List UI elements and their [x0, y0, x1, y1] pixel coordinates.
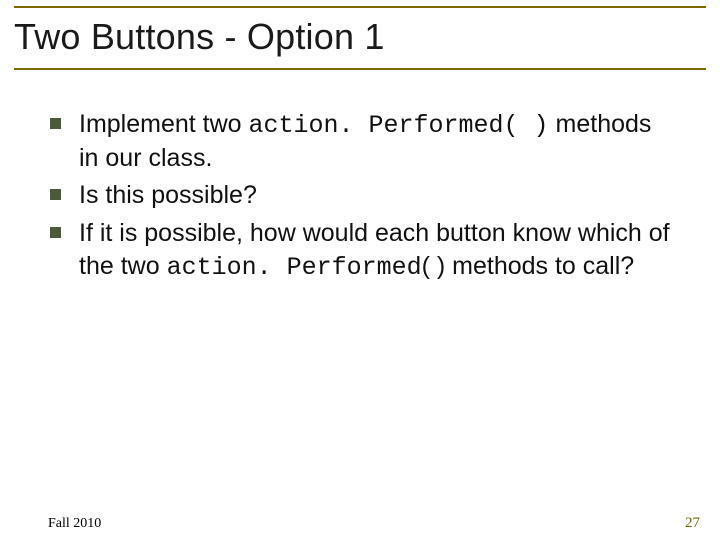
- square-bullet-icon: [50, 118, 61, 129]
- list-item: Implement two action. Performed( ) metho…: [50, 108, 670, 175]
- square-bullet-icon: [50, 189, 61, 200]
- code-run: action. Performed: [167, 253, 422, 282]
- code-run: action. Performed( ): [249, 111, 549, 140]
- footer-date: Fall 2010: [48, 516, 101, 532]
- slide-number: 27: [685, 515, 700, 532]
- slide-title: Two Buttons - Option 1: [14, 16, 706, 58]
- list-item: If it is possible, how would each button…: [50, 217, 670, 284]
- title-bar: Two Buttons - Option 1: [14, 6, 706, 70]
- list-item: Is this possible?: [50, 179, 670, 213]
- text-run: ( ) methods to call?: [422, 252, 635, 280]
- slide-body: Implement two action. Performed( ) metho…: [0, 70, 720, 284]
- slide-footer: Fall 2010 27: [0, 515, 720, 532]
- bullet-text: Is this possible?: [79, 179, 257, 213]
- square-bullet-icon: [50, 227, 61, 238]
- bullet-text: Implement two action. Performed( ) metho…: [79, 108, 670, 175]
- text-run: Is this possible?: [79, 181, 257, 209]
- bullet-text: If it is possible, how would each button…: [79, 217, 670, 284]
- text-run: Implement two: [79, 110, 249, 138]
